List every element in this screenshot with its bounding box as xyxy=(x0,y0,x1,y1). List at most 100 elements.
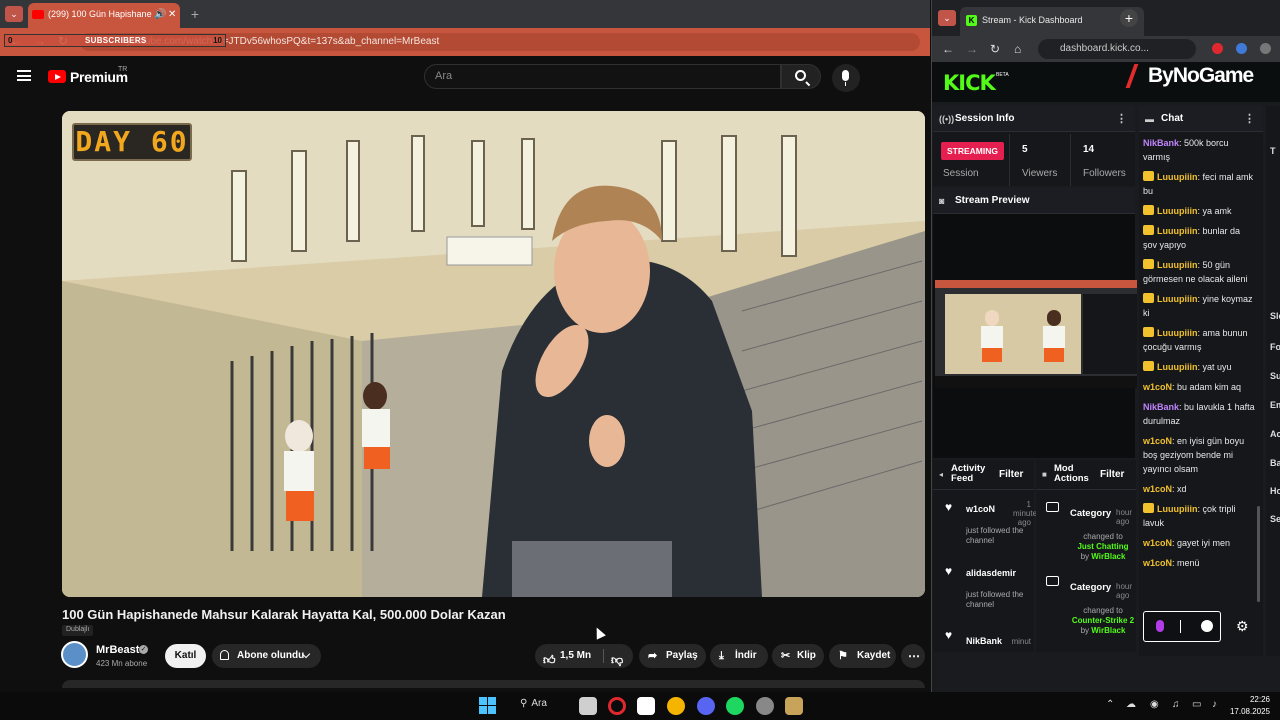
subscribed-button[interactable]: Abone olundu xyxy=(212,644,321,668)
extension-icon[interactable] xyxy=(1236,43,1247,54)
search-button[interactable] xyxy=(781,64,821,89)
gear-icon[interactable]: ⚙ xyxy=(1236,618,1249,635)
new-tab-button[interactable]: + xyxy=(1120,9,1138,27)
taskbar-clock[interactable]: 22:26 17.08.2025 xyxy=(1230,694,1270,718)
reload-icon[interactable]: ↻ xyxy=(990,42,1000,56)
chat-username[interactable]: w1coN xyxy=(1143,436,1172,446)
youtube-logo-icon[interactable] xyxy=(48,70,66,83)
tray-expand-icon[interactable]: ⌃ xyxy=(1106,699,1114,710)
side-panel-label[interactable]: Ho xyxy=(1270,486,1280,496)
cloud-icon[interactable]: ☁ xyxy=(1126,699,1136,710)
tab-list-button[interactable]: ⌄ xyxy=(938,10,956,26)
tray-app-icon[interactable]: ◉ xyxy=(1150,699,1159,710)
chat-username[interactable]: w1coN xyxy=(1143,382,1172,392)
volume-icon[interactable]: ♪ xyxy=(1212,699,1217,710)
activity-filter-button[interactable]: Filter xyxy=(999,469,1023,480)
kebab-menu-icon[interactable]: ⋮ xyxy=(1244,106,1255,132)
chat-username[interactable]: Luuupiiin xyxy=(1157,504,1198,514)
forward-icon[interactable]: → xyxy=(966,42,978,56)
chat-input[interactable] xyxy=(1143,611,1221,642)
close-tab-icon[interactable]: ✕ xyxy=(168,9,176,20)
side-panel-label[interactable]: Em xyxy=(1270,400,1280,410)
thumbs-up-icon[interactable]: 👍︎ xyxy=(543,648,556,672)
like-count[interactable]: 1,5 Mn xyxy=(560,644,591,668)
side-panel-label[interactable]: T xyxy=(1270,146,1276,156)
chat-username[interactable]: w1coN xyxy=(1143,484,1172,494)
emoji-icon[interactable] xyxy=(1201,620,1213,632)
chat-username[interactable]: w1coN xyxy=(1143,558,1172,568)
extension-opera-icon[interactable] xyxy=(1212,43,1223,54)
youtube-tab[interactable]: (299) 100 Gün Hapishanede 🔊 ✕ xyxy=(28,3,180,28)
app-icon[interactable] xyxy=(756,697,774,715)
chat-message-list[interactable]: NikBank: 500k borcu varmış Luuupiiin: fec… xyxy=(1143,136,1255,604)
app-icon[interactable] xyxy=(785,697,803,715)
chat-username[interactable]: Luuupiiin xyxy=(1157,294,1198,304)
chat-panel: ▬ Chat ⋮ NikBank: 500k borcu varmış Luuup… xyxy=(1139,106,1263,656)
channel-name[interactable]: MrBeast xyxy=(96,644,139,656)
mod-action-by[interactable]: WirBlack xyxy=(1091,626,1125,635)
channel-avatar[interactable] xyxy=(61,641,88,668)
activity-user[interactable]: alidasdemir xyxy=(966,568,1026,578)
mod-action-by[interactable]: WirBlack xyxy=(1091,552,1125,561)
voice-search-button[interactable] xyxy=(832,64,860,92)
back-icon[interactable]: ← xyxy=(942,42,954,56)
windows-start-icon[interactable] xyxy=(479,697,497,715)
clip-button[interactable]: ✂ Klip xyxy=(772,644,824,668)
microphone-tray-icon[interactable]: ♫ xyxy=(1172,699,1180,710)
side-panel-label[interactable]: Su xyxy=(1270,371,1280,381)
chrome-icon[interactable] xyxy=(667,697,685,715)
side-panel-label[interactable]: Ac xyxy=(1270,429,1280,439)
chat-username[interactable]: w1coN xyxy=(1143,538,1172,548)
kick-url-field[interactable]: dashboard.kick.co... xyxy=(1038,39,1196,59)
stream-preview-thumbnail[interactable] xyxy=(935,280,1137,388)
clock-date: 17.08.2025 xyxy=(1229,707,1270,716)
video-player[interactable]: DAY 60 xyxy=(62,111,925,597)
join-button[interactable]: Katıl xyxy=(165,644,206,668)
search-input[interactable]: Ara xyxy=(424,64,781,89)
microphone-icon[interactable] xyxy=(1156,620,1164,632)
side-panel-label[interactable]: Ba xyxy=(1270,458,1280,468)
save-button[interactable]: ⚑ Kaydet xyxy=(829,644,896,668)
like-divider xyxy=(603,649,604,663)
tab-list-button[interactable]: ⌄ xyxy=(5,6,23,22)
extensions-puzzle-icon[interactable] xyxy=(1260,43,1271,54)
chat-username[interactable]: Luuupiiin xyxy=(1157,206,1198,216)
chat-username[interactable]: Luuupiiin xyxy=(1157,226,1198,236)
download-button[interactable]: ⤓ İndir xyxy=(710,644,768,668)
share-button[interactable]: ➦ Paylaş xyxy=(639,644,706,668)
download-icon: ⤓ xyxy=(719,650,724,662)
taskbar-search[interactable]: Ara xyxy=(520,698,547,709)
discord-icon[interactable] xyxy=(697,697,715,715)
chat-username[interactable]: NikBank xyxy=(1143,138,1179,148)
chat-username[interactable]: Luuupiiin xyxy=(1157,172,1198,182)
side-panel-label[interactable]: Sle xyxy=(1270,311,1280,321)
file-explorer-icon[interactable] xyxy=(579,697,597,715)
side-panel-label[interactable]: Fo xyxy=(1270,342,1280,352)
kick-logo[interactable]: KICK xyxy=(943,71,996,95)
kick-tab-bar: ⌄ K Stream - Kick Dashboard ✕ + xyxy=(932,0,1280,36)
description-box[interactable] xyxy=(62,680,925,688)
side-panel-label[interactable]: Se xyxy=(1270,514,1280,524)
opera-icon[interactable] xyxy=(608,697,626,715)
chat-username[interactable]: Luuupiiin xyxy=(1157,362,1198,372)
audio-playing-icon[interactable]: 🔊 xyxy=(154,9,166,20)
chat-message: Luuupiiin: ama bunun çocuğu varmış xyxy=(1143,326,1255,354)
kick-tab[interactable]: K Stream - Kick Dashboard ✕ xyxy=(960,7,1144,36)
home-icon[interactable]: ⌂ xyxy=(1014,42,1021,56)
monitor-icon[interactable]: ▭ xyxy=(1192,699,1201,710)
chat-message: NikBank: bu lavukla 1 hafta durulmaz xyxy=(1143,400,1255,428)
mod-filter-button[interactable]: Filter xyxy=(1100,469,1124,480)
capcut-icon[interactable] xyxy=(637,697,655,715)
new-tab-button[interactable]: + xyxy=(186,5,204,23)
clock-time: 22:26 xyxy=(1249,695,1270,704)
activity-feed-title: Activity Feed xyxy=(951,463,986,484)
chat-username[interactable]: Luuupiiin xyxy=(1157,260,1198,270)
menu-icon[interactable] xyxy=(17,70,31,81)
spotify-icon[interactable] xyxy=(726,697,744,715)
chat-username[interactable]: Luuupiiin xyxy=(1157,328,1198,338)
more-actions-button[interactable]: ⋯ xyxy=(901,644,925,668)
kebab-menu-icon[interactable]: ⋮ xyxy=(1116,106,1127,132)
chat-scrollbar[interactable] xyxy=(1257,506,1260,602)
thumbs-down-icon[interactable]: 👎︎ xyxy=(611,648,623,672)
chat-username[interactable]: NikBank xyxy=(1143,402,1179,412)
